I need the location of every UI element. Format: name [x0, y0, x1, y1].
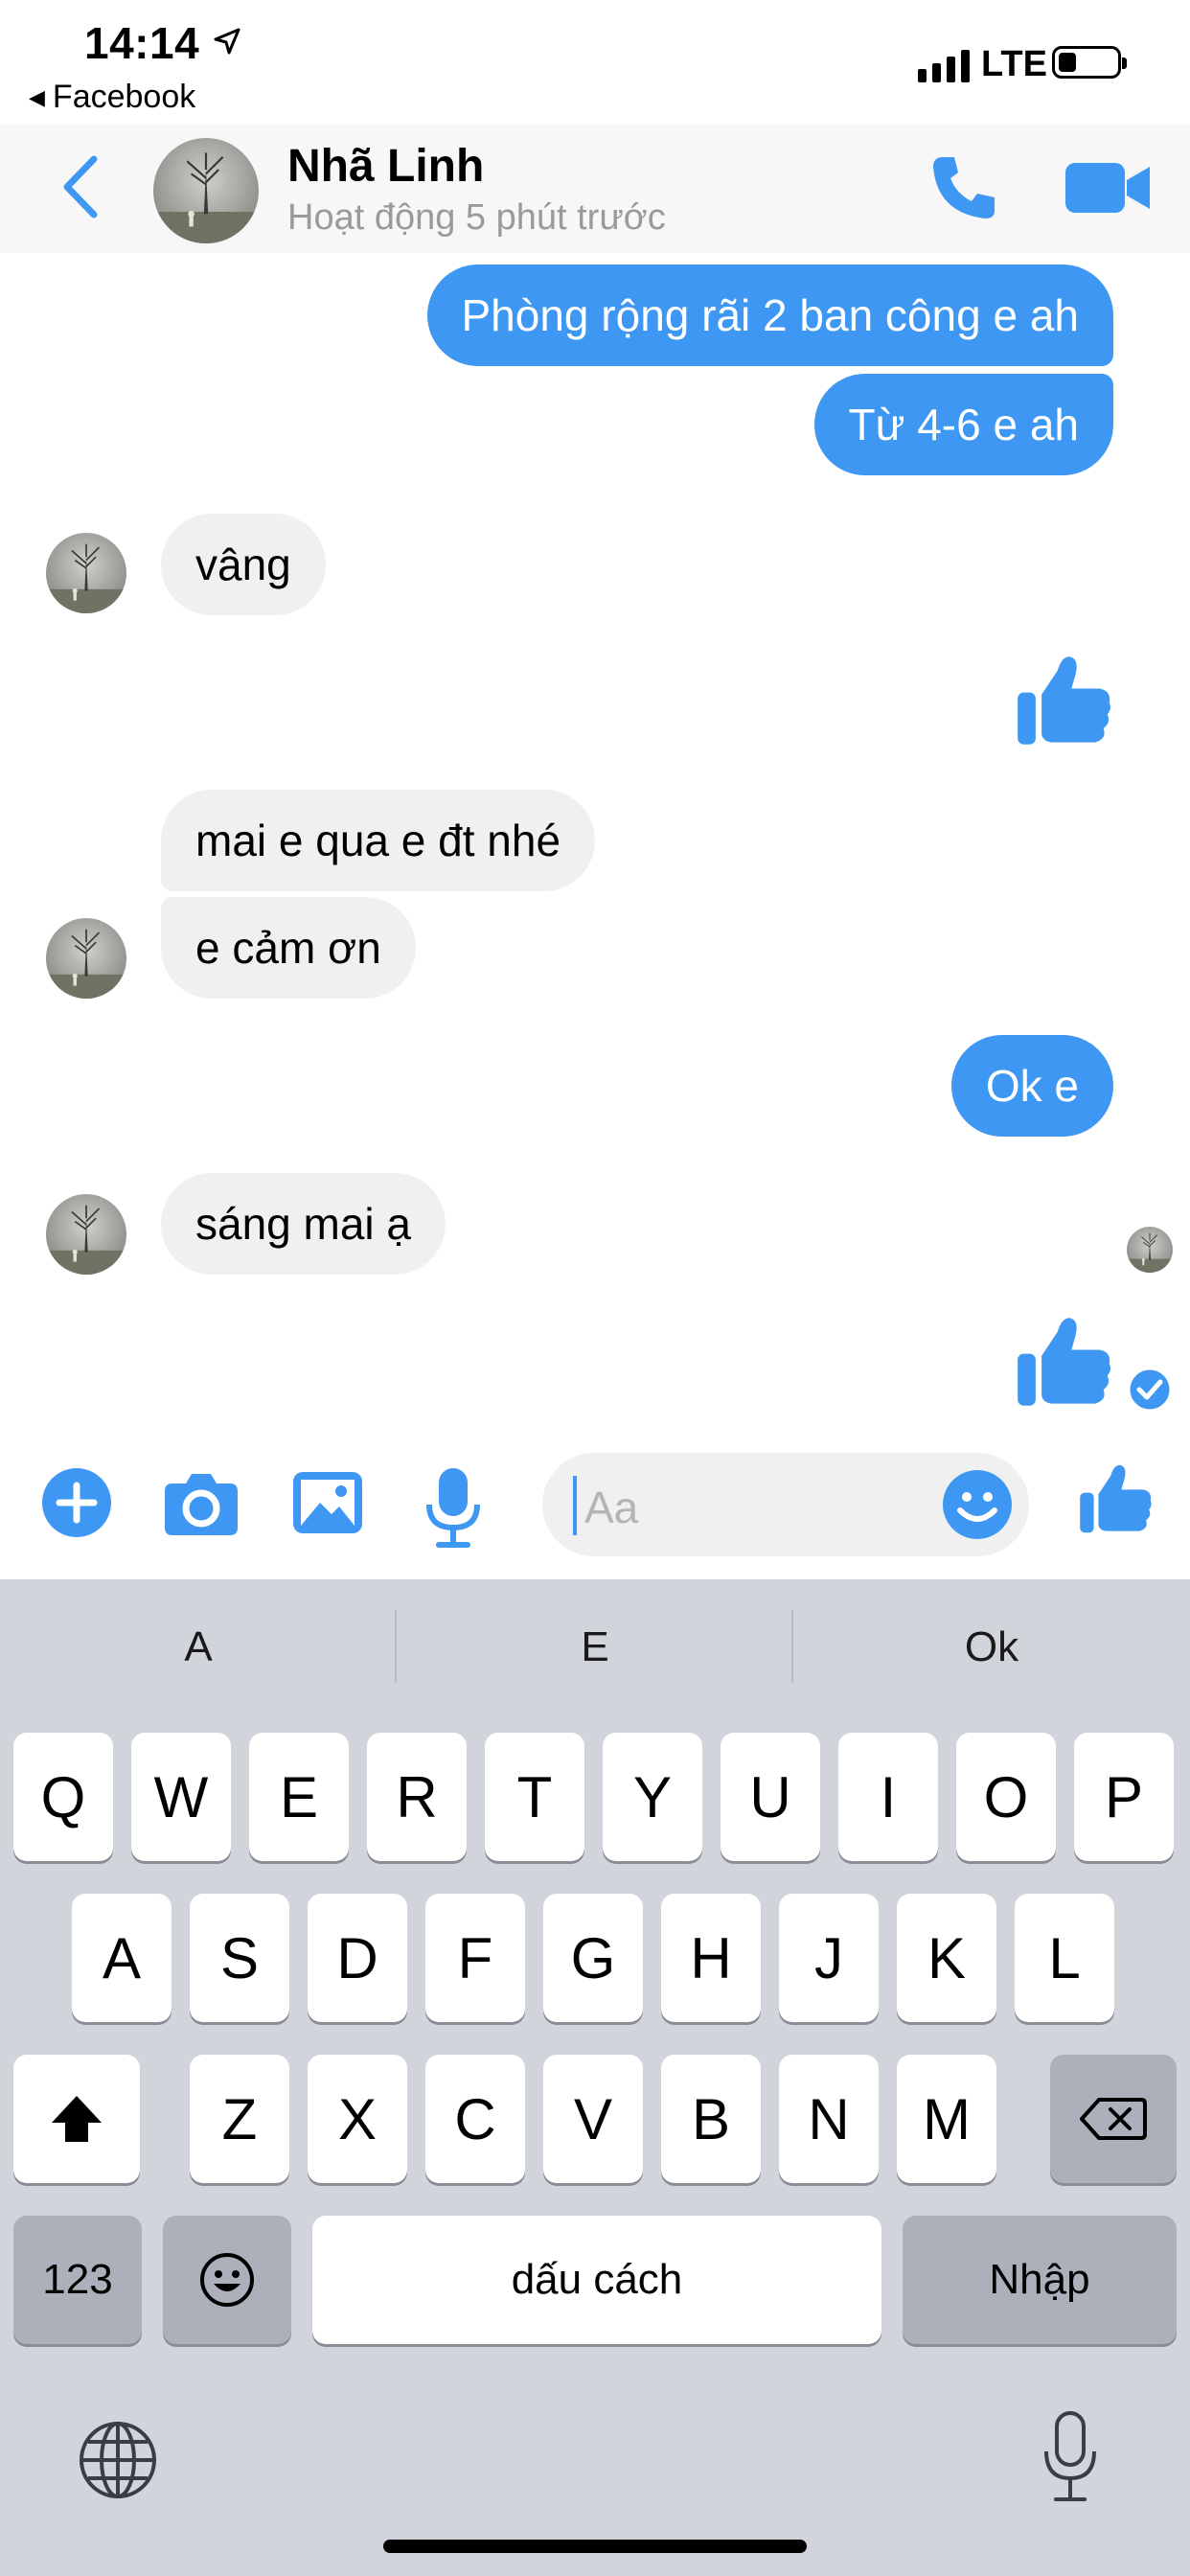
key[interactable]: X — [308, 2055, 407, 2183]
key[interactable]: A — [72, 1894, 172, 2022]
key[interactable]: O — [956, 1733, 1056, 1861]
key[interactable]: L — [1015, 1894, 1114, 2022]
shift-arrow-icon — [52, 2096, 102, 2142]
location-arrow-icon — [214, 28, 240, 55]
suggestion[interactable]: E — [397, 1623, 793, 1671]
key[interactable]: G — [543, 1894, 643, 2022]
key[interactable]: I — [838, 1733, 938, 1861]
back-triangle-icon: ◀ — [29, 84, 45, 109]
message-outgoing[interactable]: Phòng rộng rãi 2 ban công e ah — [426, 264, 1113, 366]
message-incoming[interactable]: mai e qua e đt nhé — [161, 790, 596, 891]
add-icon[interactable] — [40, 1466, 113, 1539]
message-incoming[interactable]: e cảm ơn — [161, 897, 416, 999]
message-incoming[interactable]: vâng — [161, 514, 326, 615]
contact-avatar-small — [46, 533, 126, 613]
emoji-icon[interactable] — [941, 1468, 1014, 1541]
message-outgoing[interactable]: Từ 4-6 e ah — [813, 374, 1113, 475]
key[interactable]: P — [1074, 1733, 1174, 1861]
key[interactable]: D — [308, 1894, 407, 2022]
emoji-face-icon — [200, 2253, 254, 2307]
key[interactable]: M — [897, 2055, 996, 2183]
home-indicator — [383, 2540, 807, 2553]
key[interactable]: Y — [603, 1733, 702, 1861]
message-input-placeholder: Aa — [584, 1483, 639, 1532]
contact-active-status: Hoạt động 5 phút trước — [287, 197, 666, 238]
text-caret — [573, 1476, 577, 1535]
key[interactable]: F — [425, 1894, 525, 2022]
key[interactable]: E — [249, 1733, 349, 1861]
back-to-app-link[interactable]: ◀ Facebook — [29, 79, 195, 116]
key[interactable]: H — [661, 1894, 761, 2022]
back-app-label: Facebook — [52, 79, 196, 115]
microphone-icon[interactable] — [423, 1466, 483, 1549]
backspace-icon — [1080, 2098, 1147, 2140]
thumbs-up-icon — [1018, 1318, 1111, 1406]
key[interactable]: R — [367, 1733, 467, 1861]
camera-icon[interactable] — [163, 1466, 240, 1539]
emoji-key[interactable] — [163, 2216, 291, 2344]
seen-avatar — [1127, 1227, 1173, 1273]
photo-gallery-icon[interactable] — [291, 1466, 364, 1539]
key[interactable]: B — [661, 2055, 761, 2183]
key[interactable]: N — [779, 2055, 879, 2183]
key[interactable]: K — [897, 1894, 996, 2022]
video-call-icon[interactable] — [1065, 157, 1152, 218]
key[interactable]: T — [485, 1733, 584, 1861]
network-label: LTE — [981, 44, 1047, 84]
phone-call-icon[interactable] — [927, 151, 1000, 224]
contact-name[interactable]: Nhã Linh — [287, 140, 484, 193]
send-like-icon[interactable] — [1077, 1459, 1154, 1539]
key[interactable]: V — [543, 2055, 643, 2183]
key[interactable]: S — [190, 1894, 289, 2022]
contact-avatar-small — [46, 918, 126, 999]
backspace-key[interactable] — [1050, 2055, 1177, 2183]
message-outgoing[interactable]: Ok e — [950, 1035, 1113, 1137]
key[interactable]: J — [779, 1894, 879, 2022]
key[interactable]: U — [721, 1733, 820, 1861]
dictation-microphone-icon[interactable] — [1041, 2409, 1100, 2505]
delivered-check-icon — [1127, 1367, 1173, 1413]
key[interactable]: Q — [13, 1733, 113, 1861]
suggestion[interactable]: Ok — [793, 1623, 1190, 1671]
contact-avatar[interactable] — [153, 138, 259, 243]
status-time: 14:14 — [84, 18, 200, 68]
back-chevron-icon[interactable] — [57, 153, 105, 220]
numbers-key[interactable]: 123 — [13, 2216, 142, 2344]
suggestion[interactable]: A — [0, 1623, 397, 1671]
key[interactable]: Z — [190, 2055, 289, 2183]
key[interactable]: W — [131, 1733, 231, 1861]
space-key[interactable]: dấu cách — [312, 2216, 881, 2344]
battery-icon — [1052, 46, 1127, 79]
return-key[interactable]: Nhập — [903, 2216, 1177, 2344]
thumbs-up-icon — [1018, 656, 1111, 745]
contact-avatar-small — [46, 1194, 126, 1275]
message-incoming[interactable]: sáng mai ạ — [161, 1173, 446, 1275]
shift-key[interactable] — [13, 2055, 140, 2183]
globe-icon[interactable] — [77, 2419, 159, 2501]
key[interactable]: C — [425, 2055, 525, 2183]
signal-icon — [918, 50, 970, 82]
